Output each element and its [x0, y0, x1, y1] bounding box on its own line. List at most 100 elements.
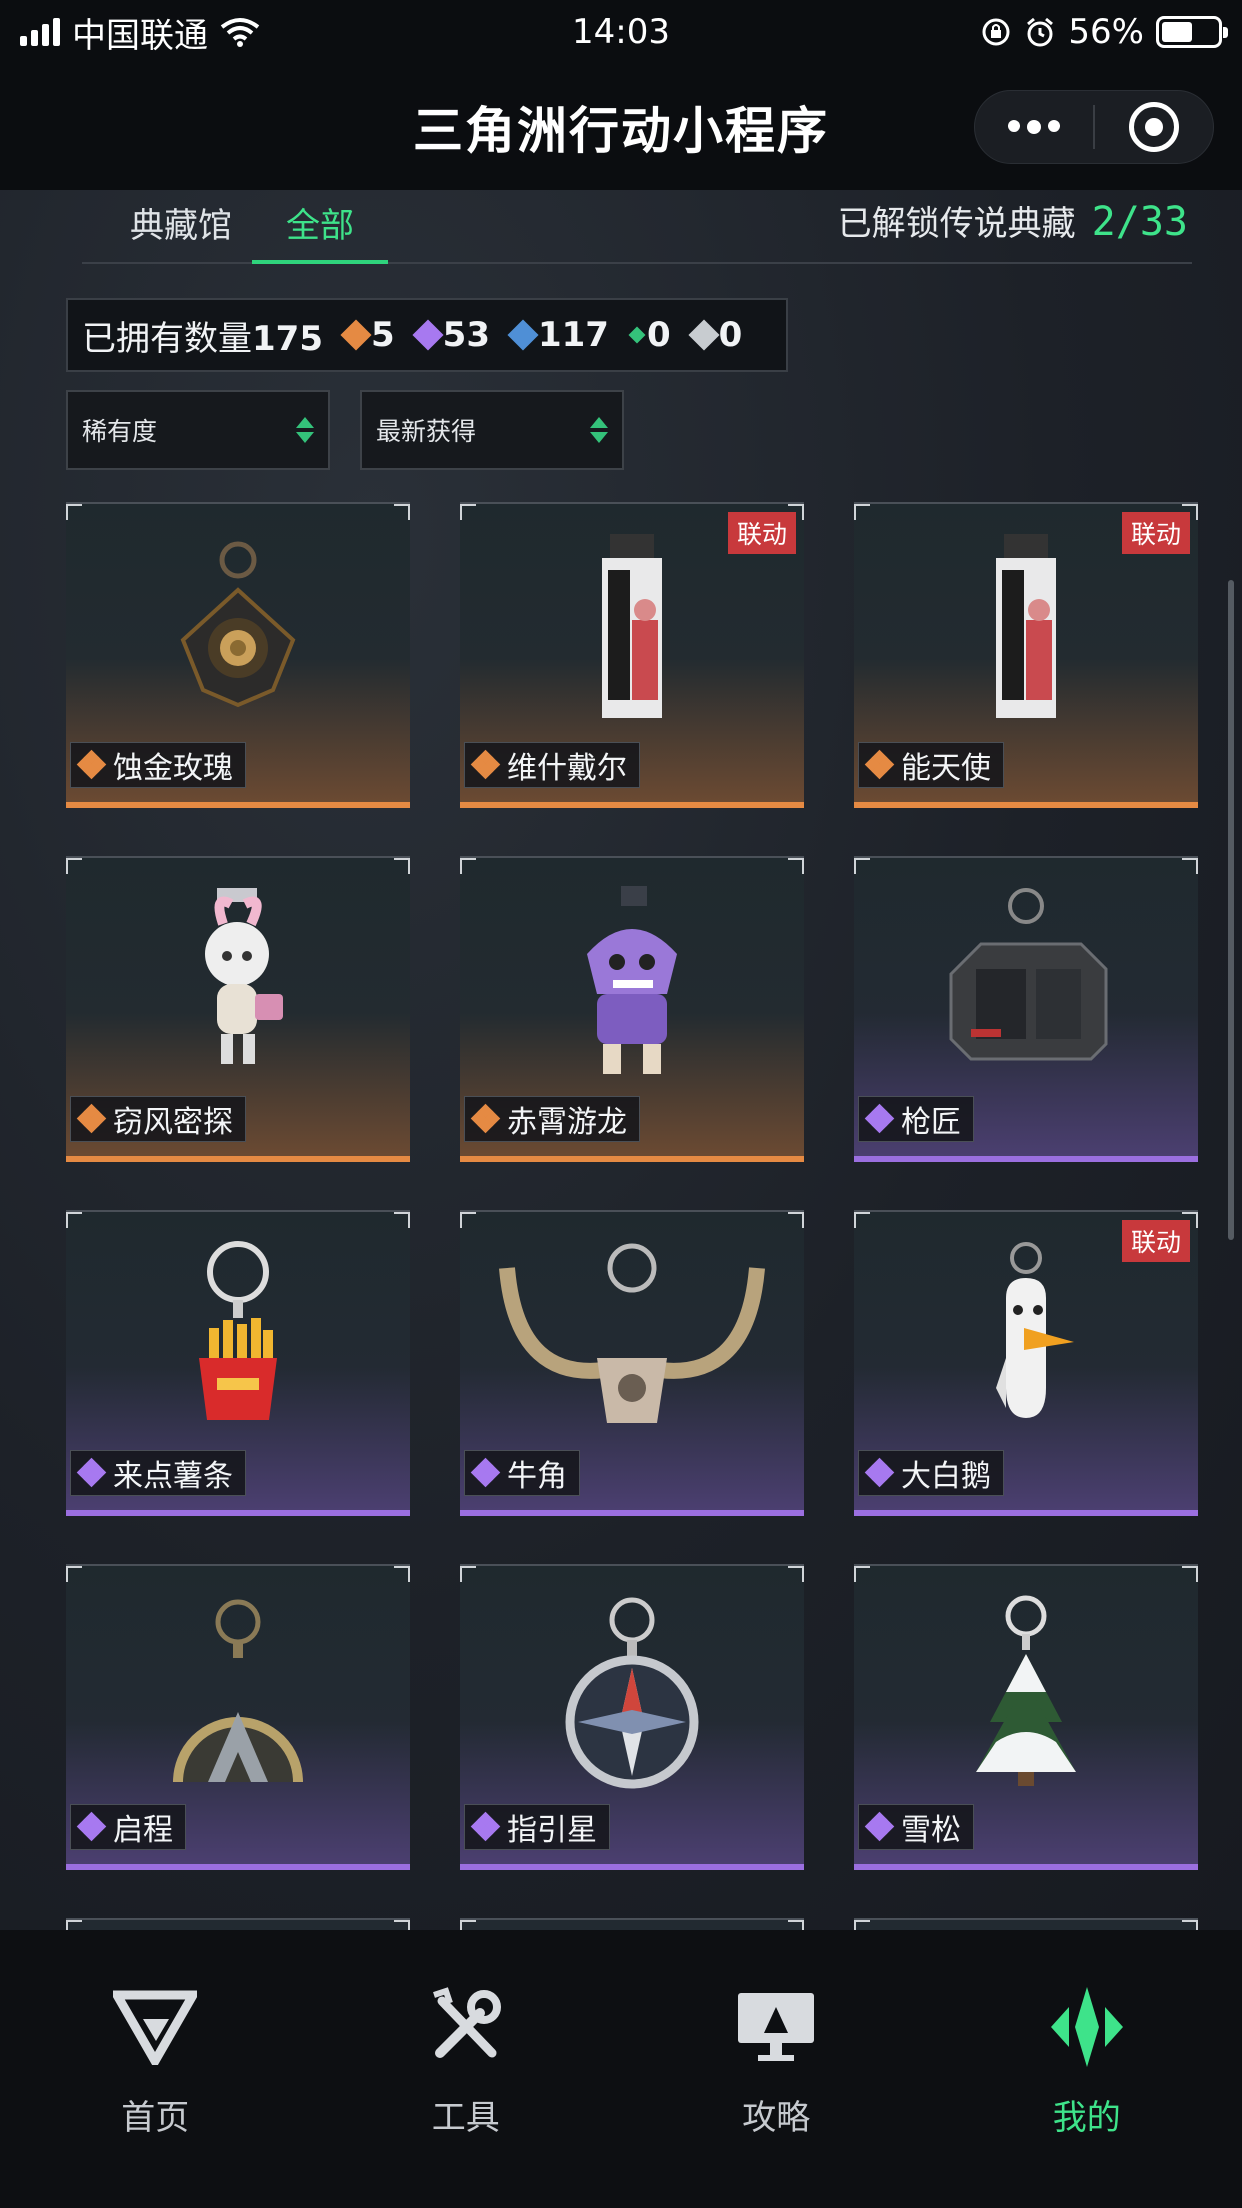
collection-card[interactable]: 雪松 [854, 1564, 1198, 1870]
item-name: 启程 [113, 1813, 173, 1848]
collab-badge: 联动 [1121, 512, 1190, 554]
recent-sort-select[interactable]: 最新获得 [360, 390, 624, 470]
collection-card[interactable]: 赤霄游龙 [460, 856, 804, 1162]
collection-card[interactable]: 来点薯条 [66, 1210, 410, 1516]
count-value: 53 [442, 315, 490, 355]
collection-card[interactable]: 牛角 [460, 1210, 804, 1516]
epic-rarity-icon [470, 1811, 501, 1842]
card-corner [460, 1212, 476, 1228]
collection-card[interactable]: 蚀金玫瑰 [66, 502, 410, 808]
collection-card[interactable]: 联动大白鹅 [854, 1210, 1198, 1516]
owned-uncommon-count: 0 [628, 315, 671, 355]
nav-label: 我的 [1052, 2098, 1121, 2138]
battery-icon [1156, 16, 1228, 48]
card-label: 维什戴尔 [464, 742, 640, 788]
epic-rarity-icon [470, 1457, 501, 1488]
collection-content: 典藏馆 全部 已解锁传说典藏 2/33 已拥有数量175 5 53 117 0 … [0, 190, 1242, 1930]
active-tab-indicator [252, 260, 388, 264]
owned-common-count: 0 [688, 315, 743, 355]
unlock-summary: 已解锁传说典藏 2/33 [838, 196, 1188, 245]
owned-total: 175 [252, 318, 323, 359]
card-keychain-icon [572, 530, 692, 734]
purple-diamond-icon [412, 319, 444, 351]
epic-rarity-icon [864, 1811, 895, 1842]
orange-diamond-icon [340, 319, 372, 351]
card-corner [854, 1566, 870, 1582]
nav-profile[interactable]: 我的 [932, 1930, 1242, 2208]
card-corner [788, 858, 804, 874]
collection-card[interactable]: 联动 维什戴尔 [460, 502, 804, 808]
card-label: 来点薯条 [70, 1450, 246, 1496]
collab-badge: 联动 [1121, 1220, 1190, 1262]
nav-home[interactable]: 首页 [0, 1930, 311, 2208]
collection-card[interactable]: 启程 [66, 1564, 410, 1870]
guide-monitor-icon [731, 1982, 821, 2072]
alarm-icon [1027, 17, 1054, 47]
battery-percent: 56% [1068, 12, 1144, 52]
item-name: 雪松 [901, 1813, 961, 1848]
fries-icon [173, 1238, 303, 1442]
more-button[interactable] [975, 91, 1093, 163]
card-label: 指引星 [464, 1804, 610, 1850]
rarity-sort-select[interactable]: 稀有度 [66, 390, 330, 470]
wifi-icon [220, 18, 260, 47]
carrier: 中国联通 [72, 15, 208, 56]
count-value: 117 [537, 315, 609, 355]
owned-rare-count: 117 [507, 315, 609, 355]
card-corner [460, 1566, 476, 1582]
horns-icon [487, 1238, 777, 1442]
nav-tools[interactable]: 工具 [311, 1930, 622, 2208]
legend-rarity-icon [76, 1103, 107, 1134]
item-name: 蚀金玫瑰 [113, 751, 233, 786]
scrollbar[interactable] [1228, 580, 1234, 1240]
card-corner [66, 1566, 82, 1582]
card-corner [394, 1566, 410, 1582]
home-logo-icon [110, 1982, 200, 2072]
tab-all[interactable]: 全部 [286, 198, 354, 247]
collection-card[interactable]: 窃风密探 [66, 856, 410, 1162]
item-name: 大白鹅 [901, 1459, 991, 1494]
mini-program-capsule [974, 90, 1214, 164]
sort-arrows-icon [590, 417, 608, 443]
tab-bar: 典藏馆 全部 已解锁传说典藏 2/33 [82, 190, 1192, 264]
close-program-button[interactable] [1095, 91, 1213, 163]
golden-rose-keychain-icon [153, 530, 323, 734]
count-value: 5 [370, 315, 395, 355]
more-dots-icon [1008, 120, 1060, 134]
unlock-count: 2/33 [1091, 199, 1188, 245]
card-corner [854, 1212, 870, 1228]
tools-icon [421, 1982, 511, 2072]
collection-card[interactable]: 指引星 [460, 1564, 804, 1870]
card-corner [66, 858, 82, 874]
card-corner [854, 504, 870, 520]
card-corner [66, 504, 82, 520]
tab-collection-hall[interactable]: 典藏馆 [130, 198, 232, 247]
collection-card-partial[interactable] [854, 1918, 1198, 1930]
card-corner [788, 1566, 804, 1582]
legend-rarity-icon [76, 749, 107, 780]
medal-icon [163, 1592, 313, 1796]
nav-label: 首页 [121, 2098, 190, 2138]
title-bar: 三角洲行动小程序 [0, 64, 1242, 190]
legend-rarity-icon [470, 1103, 501, 1134]
count-value: 0 [718, 315, 743, 355]
collection-card-partial[interactable] [460, 1918, 804, 1930]
collection-card[interactable]: 联动 能天使 [854, 502, 1198, 808]
card-corner [394, 504, 410, 520]
collection-card-partial[interactable] [66, 1918, 410, 1930]
rotation-lock-icon [982, 18, 1010, 46]
nav-label: 工具 [431, 2098, 500, 2138]
card-label: 雪松 [858, 1804, 974, 1850]
gray-diamond-icon [688, 319, 720, 351]
unlock-label: 已解锁传说典藏 [837, 204, 1076, 244]
legend-rarity-icon [470, 749, 501, 780]
card-keychain-icon [966, 530, 1086, 734]
card-corner [460, 858, 476, 874]
nav-label: 攻略 [742, 2098, 811, 2138]
card-corner [788, 1212, 804, 1228]
goose-icon [966, 1238, 1086, 1442]
collection-card[interactable]: 枪匠 [854, 856, 1198, 1162]
nav-guide[interactable]: 攻略 [621, 1930, 932, 2208]
owned-count-bar: 已拥有数量175 5 53 117 0 0 [66, 298, 788, 372]
card-corner [66, 1212, 82, 1228]
